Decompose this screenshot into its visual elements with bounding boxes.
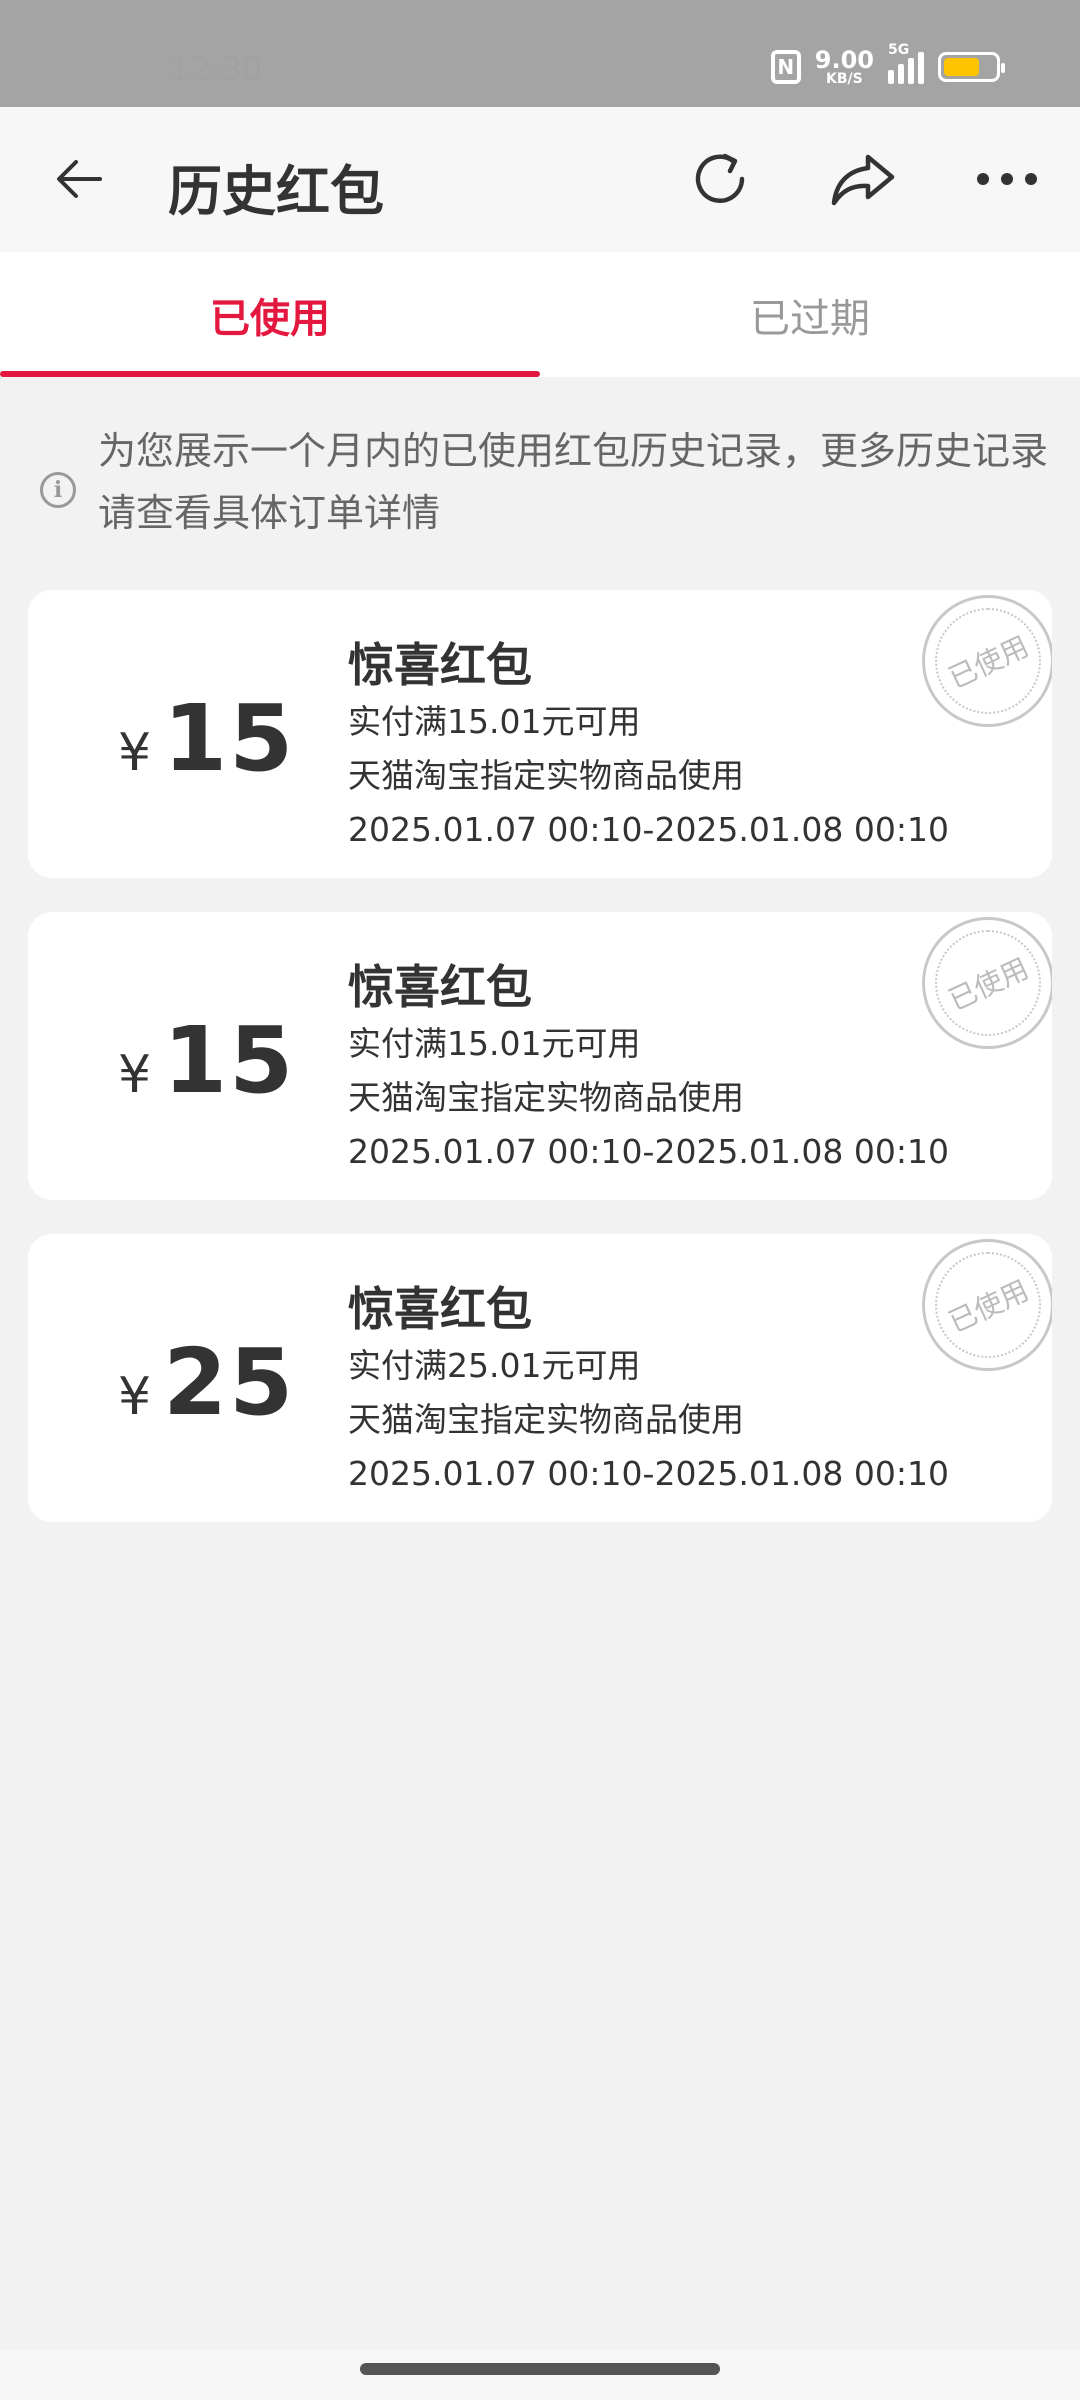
coupon-amount: ¥ 15 <box>118 1007 295 1114</box>
network-speed: 9.00 KB/S <box>815 48 874 86</box>
currency-symbol: ¥ <box>118 1367 152 1427</box>
coupon-validity: 2025.01.07 00:10-2025.01.08 00:10 <box>348 1454 949 1493</box>
amount-value: 15 <box>163 685 296 792</box>
arrow-left-icon <box>57 160 102 198</box>
network-type: 5G <box>888 42 910 58</box>
tab-expired[interactable]: 已过期 <box>540 252 1080 377</box>
battery-level <box>944 58 979 76</box>
amount-value: 25 <box>163 1329 296 1436</box>
battery-icon <box>938 52 1005 82</box>
share-button[interactable] <box>828 144 898 214</box>
coupon-info: 惊喜红包 实付满15.01元可用 天猫淘宝指定实物商品使用 2025.01.07… <box>348 635 949 857</box>
coupon-title: 惊喜红包 <box>348 638 532 692</box>
more-icon <box>977 173 1037 185</box>
stamp-text: 已使用 <box>943 951 1034 1018</box>
currency-symbol: ¥ <box>118 1045 152 1105</box>
signal-icon: 5G <box>888 42 924 84</box>
info-icon: i <box>40 472 76 508</box>
coupon-condition: 实付满15.01元可用 <box>348 1024 641 1063</box>
coupon-amount: ¥ 15 <box>118 685 295 792</box>
status-bar: 12:30 N 9.00 KB/S 5G <box>0 0 1080 107</box>
app-header: 历史红包 <box>0 107 1080 252</box>
amount-value: 15 <box>163 1007 296 1114</box>
notice-text: 为您展示一个月内的已使用红包历史记录，更多历史记录请查看具体订单详情 <box>98 429 1049 535</box>
network-speed-value: 9.00 <box>814 46 874 74</box>
coupon-title: 惊喜红包 <box>348 960 532 1014</box>
coupon-scope: 天猫淘宝指定实物商品使用 <box>348 1400 744 1439</box>
status-icons: N 9.00 KB/S 5G <box>770 42 1005 86</box>
info-notice: i 为您展示一个月内的已使用红包历史记录，更多历史记录请查看具体订单详情 <box>40 420 1050 544</box>
coupon-card[interactable]: ¥ 15 惊喜红包 实付满15.01元可用 天猫淘宝指定实物商品使用 2025.… <box>28 912 1052 1200</box>
page: 12:30 N 9.00 KB/S 5G 历史红包 已使用 已过期 i 为您展示… <box>0 0 1080 2400</box>
navigation-bar <box>0 2350 1080 2400</box>
tab-bar: 已使用 已过期 <box>0 252 1080 377</box>
coupon-card[interactable]: ¥ 15 惊喜红包 实付满15.01元可用 天猫淘宝指定实物商品使用 2025.… <box>28 590 1052 878</box>
home-indicator[interactable] <box>360 2363 720 2375</box>
coupon-condition: 实付满15.01元可用 <box>348 702 641 741</box>
status-time: 12:30 <box>170 50 263 88</box>
more-button[interactable] <box>972 144 1042 214</box>
used-stamp: 已使用 <box>922 1239 1052 1371</box>
refresh-icon <box>695 153 745 203</box>
share-icon <box>831 154 895 206</box>
tab-used[interactable]: 已使用 <box>0 252 540 377</box>
used-stamp: 已使用 <box>922 917 1052 1049</box>
page-title: 历史红包 <box>168 160 384 223</box>
currency-symbol: ¥ <box>118 723 152 783</box>
network-speed-unit: KB/S <box>826 71 863 87</box>
nfc-icon: N <box>770 50 801 84</box>
used-stamp: 已使用 <box>922 595 1052 727</box>
stamp-text: 已使用 <box>943 629 1034 696</box>
coupon-amount: ¥ 25 <box>118 1329 295 1436</box>
refresh-button[interactable] <box>685 144 755 214</box>
coupon-validity: 2025.01.07 00:10-2025.01.08 00:10 <box>348 810 949 849</box>
coupon-scope: 天猫淘宝指定实物商品使用 <box>348 1078 744 1117</box>
coupon-info: 惊喜红包 实付满25.01元可用 天猫淘宝指定实物商品使用 2025.01.07… <box>348 1279 949 1501</box>
coupon-info: 惊喜红包 实付满15.01元可用 天猫淘宝指定实物商品使用 2025.01.07… <box>348 957 949 1179</box>
back-button[interactable] <box>50 149 110 209</box>
coupon-validity: 2025.01.07 00:10-2025.01.08 00:10 <box>348 1132 949 1171</box>
coupon-condition: 实付满25.01元可用 <box>348 1346 641 1385</box>
coupon-scope: 天猫淘宝指定实物商品使用 <box>348 756 744 795</box>
coupon-title: 惊喜红包 <box>348 1282 532 1336</box>
coupon-card[interactable]: ¥ 25 惊喜红包 实付满25.01元可用 天猫淘宝指定实物商品使用 2025.… <box>28 1234 1052 1522</box>
stamp-text: 已使用 <box>943 1273 1034 1340</box>
